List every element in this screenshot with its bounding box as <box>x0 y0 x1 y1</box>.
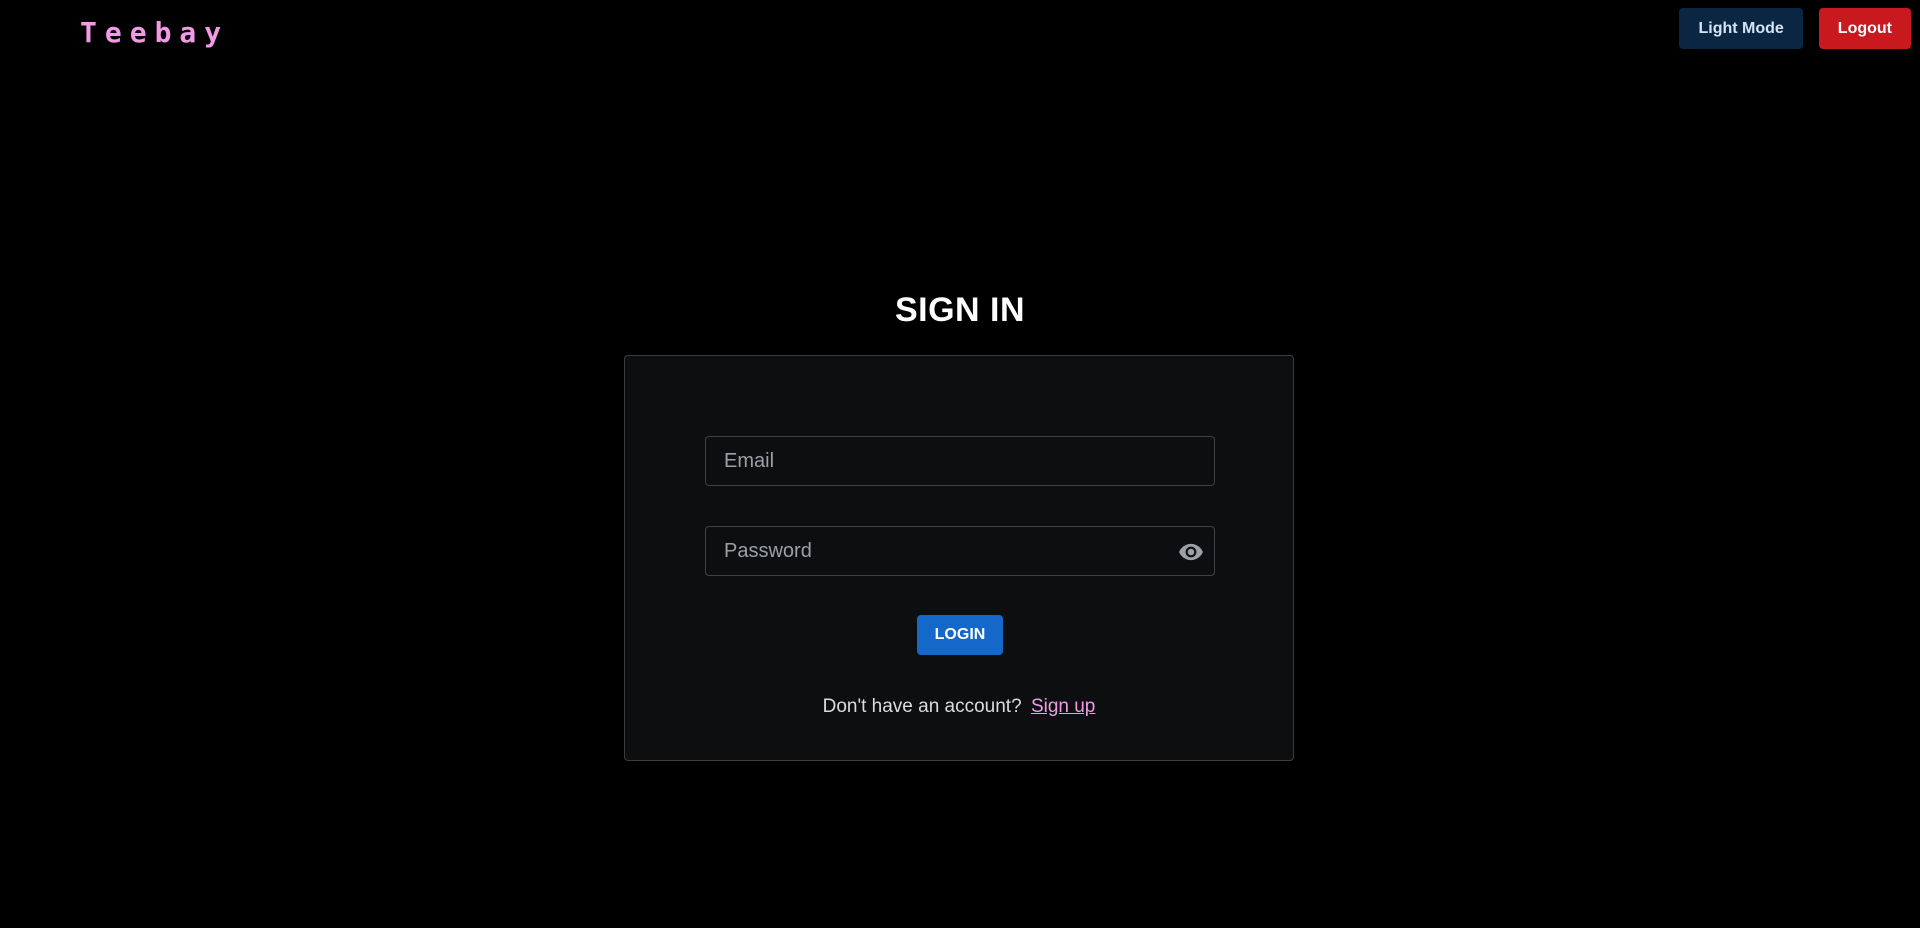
header-actions: Light Mode Logout <box>1679 8 1911 49</box>
page: Teebay Light Mode Logout SIGN IN LOGIN D… <box>0 0 1920 928</box>
eye-icon[interactable] <box>1178 539 1204 565</box>
email-field-wrapper <box>705 436 1215 486</box>
signup-link[interactable]: Sign up <box>1031 696 1095 717</box>
login-button[interactable]: LOGIN <box>917 615 1003 655</box>
signin-card: LOGIN Don't have an account? Sign up <box>624 355 1294 761</box>
header: Teebay Light Mode Logout <box>0 0 1920 68</box>
signup-row: Don't have an account? Sign up <box>625 696 1293 718</box>
email-field[interactable] <box>706 437 1214 485</box>
page-title: SIGN IN <box>894 291 1026 329</box>
light-mode-button[interactable]: Light Mode <box>1679 8 1803 49</box>
logout-button[interactable]: Logout <box>1818 8 1911 49</box>
no-account-text: Don't have an account? <box>822 696 1022 717</box>
logo[interactable]: Teebay <box>80 16 229 49</box>
password-field-wrapper <box>705 526 1215 576</box>
password-field[interactable] <box>706 527 1214 575</box>
